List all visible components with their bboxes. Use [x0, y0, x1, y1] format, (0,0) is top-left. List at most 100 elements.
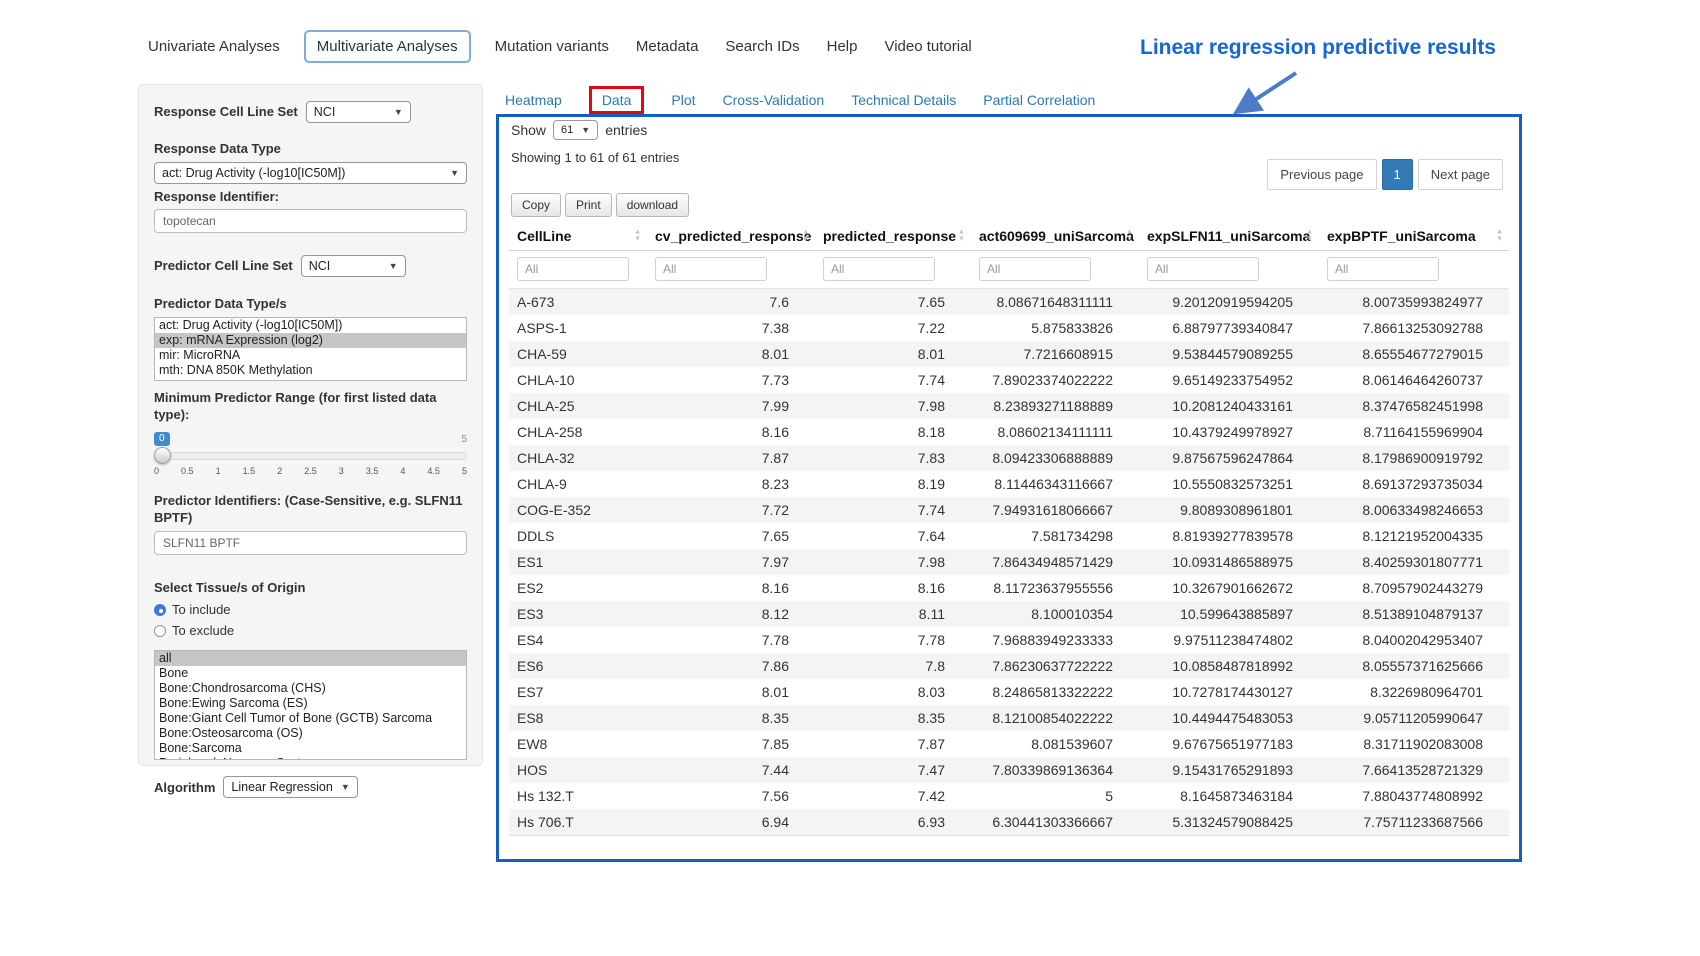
algorithm-select[interactable]: Linear Regression ▼: [223, 776, 357, 798]
predictor-type-option-exp-mrna-expression-log2[interactable]: exp: mRNA Expression (log2): [155, 333, 466, 348]
table-row[interactable]: ES28.168.168.1172363795555610.3267901662…: [509, 575, 1509, 601]
sort-icon[interactable]: ▲▼: [634, 228, 641, 243]
print-button[interactable]: Print: [565, 193, 612, 217]
tab-partial-correlation[interactable]: Partial Correlation: [983, 88, 1095, 112]
response-cell-line-set-select[interactable]: NCI ▼: [306, 101, 411, 123]
table-row[interactable]: ES47.787.787.968839492333339.97511238474…: [509, 627, 1509, 653]
table-row[interactable]: CHA-598.018.017.72166089159.538445790892…: [509, 341, 1509, 367]
response-identifier-input[interactable]: [154, 209, 467, 233]
cell-line-cell: CHLA-25: [509, 393, 647, 419]
cell-line-cell: ES8: [509, 705, 647, 731]
column-header-cv-predicted-response[interactable]: cv_predicted_response▲▼: [647, 221, 815, 251]
tissue-exclude-radio[interactable]: To exclude: [154, 623, 467, 638]
nav-tab-video-tutorial[interactable]: Video tutorial: [881, 31, 974, 62]
table-row[interactable]: CHLA-327.877.838.094233068888899.8756759…: [509, 445, 1509, 471]
next-page-button[interactable]: Next page: [1418, 159, 1503, 190]
nav-tab-metadata[interactable]: Metadata: [633, 31, 702, 62]
tissue-option-bone[interactable]: Bone: [155, 666, 466, 681]
slider-tick-label: 1: [216, 466, 221, 476]
column-header-predicted-response[interactable]: predicted_response▲▼: [815, 221, 971, 251]
tissue-option-bone-ewing-sarcoma-es[interactable]: Bone:Ewing Sarcoma (ES): [155, 696, 466, 711]
value-cell: 8.06146464260737: [1319, 367, 1509, 393]
nav-tab-multivariate-analyses[interactable]: Multivariate Analyses: [304, 30, 471, 63]
table-row[interactable]: HOS7.447.477.803398691363649.15431765291…: [509, 757, 1509, 783]
radio-unselected-icon: [154, 625, 166, 637]
filter-input-cv-predicted-response[interactable]: [655, 257, 767, 281]
value-cell: 8.70957902443279: [1319, 575, 1509, 601]
sort-icon[interactable]: ▲▼: [958, 228, 965, 243]
predictor-identifiers-input[interactable]: [154, 531, 467, 555]
predictor-data-types-listbox[interactable]: act: Drug Activity (-log10[IC50M])exp: m…: [154, 317, 467, 381]
table-row[interactable]: ES78.018.038.2486581332222210.7278174430…: [509, 679, 1509, 705]
nav-tab-search-ids[interactable]: Search IDs: [722, 31, 802, 62]
sort-icon[interactable]: ▲▼: [1306, 228, 1313, 243]
entries-select[interactable]: 61 ▼: [553, 120, 598, 140]
tissue-option-bone-chondrosarcoma-chs[interactable]: Bone:Chondrosarcoma (CHS): [155, 681, 466, 696]
column-header-expbptf-unisarcoma[interactable]: expBPTF_uniSarcoma▲▼: [1319, 221, 1509, 251]
tab-technical-details[interactable]: Technical Details: [851, 88, 956, 112]
value-cell: 7.66413528721329: [1319, 757, 1509, 783]
predictor-type-option-act-drug-activity-log10-ic50m[interactable]: act: Drug Activity (-log10[IC50M]): [155, 318, 466, 333]
predictor-type-option-mir-microrna[interactable]: mir: MicroRNA: [155, 348, 466, 363]
sort-icon[interactable]: ▲▼: [1126, 228, 1133, 243]
page-1-button[interactable]: 1: [1382, 159, 1413, 190]
table-row[interactable]: ES17.977.987.8643494857142910.0931486588…: [509, 549, 1509, 575]
tissue-option-bone-giant-cell-tumor-of-bone-gctb-sarcoma[interactable]: Bone:Giant Cell Tumor of Bone (GCTB) Sar…: [155, 711, 466, 726]
filter-input-expslfn11-unisarcoma[interactable]: [1147, 257, 1259, 281]
value-cell: 7.64: [815, 523, 971, 549]
slider-track[interactable]: [154, 452, 467, 460]
tissue-include-radio[interactable]: To include: [154, 602, 467, 617]
table-row[interactable]: ES38.128.118.10001035410.5996438858978.5…: [509, 601, 1509, 627]
value-cell: 10.4379249978927: [1139, 419, 1319, 445]
predictor-cell-line-set-select[interactable]: NCI ▼: [301, 255, 406, 277]
tissue-option-all[interactable]: all: [155, 651, 466, 666]
tissue-option-peripheral-nervous-system[interactable]: Peripheral_Nervous_System: [155, 756, 466, 760]
tissue-listbox[interactable]: allBoneBone:Chondrosarcoma (CHS)Bone:Ewi…: [154, 650, 467, 760]
filter-input-act609699-unisarcoma[interactable]: [979, 257, 1091, 281]
value-cell: 7.75711233687566: [1319, 809, 1509, 836]
table-row[interactable]: CHLA-257.997.988.2389327118888910.208124…: [509, 393, 1509, 419]
min-predictor-range-slider[interactable]: 0 5 00.511.522.533.544.55: [154, 432, 467, 482]
download-button[interactable]: download: [616, 193, 689, 217]
nav-tab-help[interactable]: Help: [824, 31, 861, 62]
column-header-act609699-unisarcoma[interactable]: act609699_uniSarcoma▲▼: [971, 221, 1139, 251]
table-row[interactable]: Hs 132.T7.567.4258.16458734631847.880437…: [509, 783, 1509, 809]
table-row[interactable]: ES67.867.87.8623063772222210.08584878189…: [509, 653, 1509, 679]
table-row[interactable]: ASPS-17.387.225.8758338266.8879773934084…: [509, 315, 1509, 341]
sort-icon[interactable]: ▲▼: [1496, 228, 1503, 243]
results-panel: Show 61 ▼ entries Showing 1 to 61 of 61 …: [496, 114, 1522, 862]
sort-up-icon: ▲: [802, 228, 809, 235]
sort-icon[interactable]: ▲▼: [802, 228, 809, 243]
table-row[interactable]: ES88.358.358.1210085402222210.4494475483…: [509, 705, 1509, 731]
predictor-type-option-mth-dna-850k-methylation[interactable]: mth: DNA 850K Methylation: [155, 363, 466, 378]
table-row[interactable]: DDLS7.657.647.5817342988.819392778395788…: [509, 523, 1509, 549]
nav-tab-mutation-variants[interactable]: Mutation variants: [492, 31, 612, 62]
tissue-option-bone-osteosarcoma-os[interactable]: Bone:Osteosarcoma (OS): [155, 726, 466, 741]
column-header-cellline[interactable]: CellLine▲▼: [509, 221, 647, 251]
table-row[interactable]: CHLA-2588.168.188.0860213411111110.43792…: [509, 419, 1509, 445]
tab-plot[interactable]: Plot: [671, 88, 695, 112]
tab-heatmap[interactable]: Heatmap: [505, 88, 562, 112]
tissue-option-bone-sarcoma[interactable]: Bone:Sarcoma: [155, 741, 466, 756]
value-cell: 7.89023374022222: [971, 367, 1139, 393]
table-row[interactable]: COG-E-3527.727.747.949316180666679.80893…: [509, 497, 1509, 523]
filter-input-expbptf-unisarcoma[interactable]: [1327, 257, 1439, 281]
tab-data[interactable]: Data: [589, 86, 645, 114]
table-row[interactable]: Hs 706.T6.946.936.304413033666675.313245…: [509, 809, 1509, 836]
tab-cross-validation[interactable]: Cross-Validation: [723, 88, 825, 112]
table-row[interactable]: EW87.857.878.0815396079.676756519771838.…: [509, 731, 1509, 757]
value-cell: 8.1645873463184: [1139, 783, 1319, 809]
tissue-exclude-label: To exclude: [172, 623, 234, 638]
filter-input-cellline[interactable]: [517, 257, 629, 281]
table-row[interactable]: CHLA-107.737.747.890233740222229.6514923…: [509, 367, 1509, 393]
value-cell: 7.8: [815, 653, 971, 679]
previous-page-button[interactable]: Previous page: [1267, 159, 1376, 190]
slider-handle[interactable]: [154, 447, 171, 464]
table-row[interactable]: CHLA-98.238.198.1144634311666710.5550832…: [509, 471, 1509, 497]
nav-tab-univariate-analyses[interactable]: Univariate Analyses: [145, 31, 283, 62]
response-data-type-select[interactable]: act: Drug Activity (-log10[IC50M]) ▼: [154, 162, 467, 184]
copy-button[interactable]: Copy: [511, 193, 561, 217]
table-row[interactable]: A-6737.67.658.086716483111119.2012091959…: [509, 289, 1509, 316]
filter-input-predicted-response[interactable]: [823, 257, 935, 281]
column-header-expslfn11-unisarcoma[interactable]: expSLFN11_uniSarcoma▲▼: [1139, 221, 1319, 251]
